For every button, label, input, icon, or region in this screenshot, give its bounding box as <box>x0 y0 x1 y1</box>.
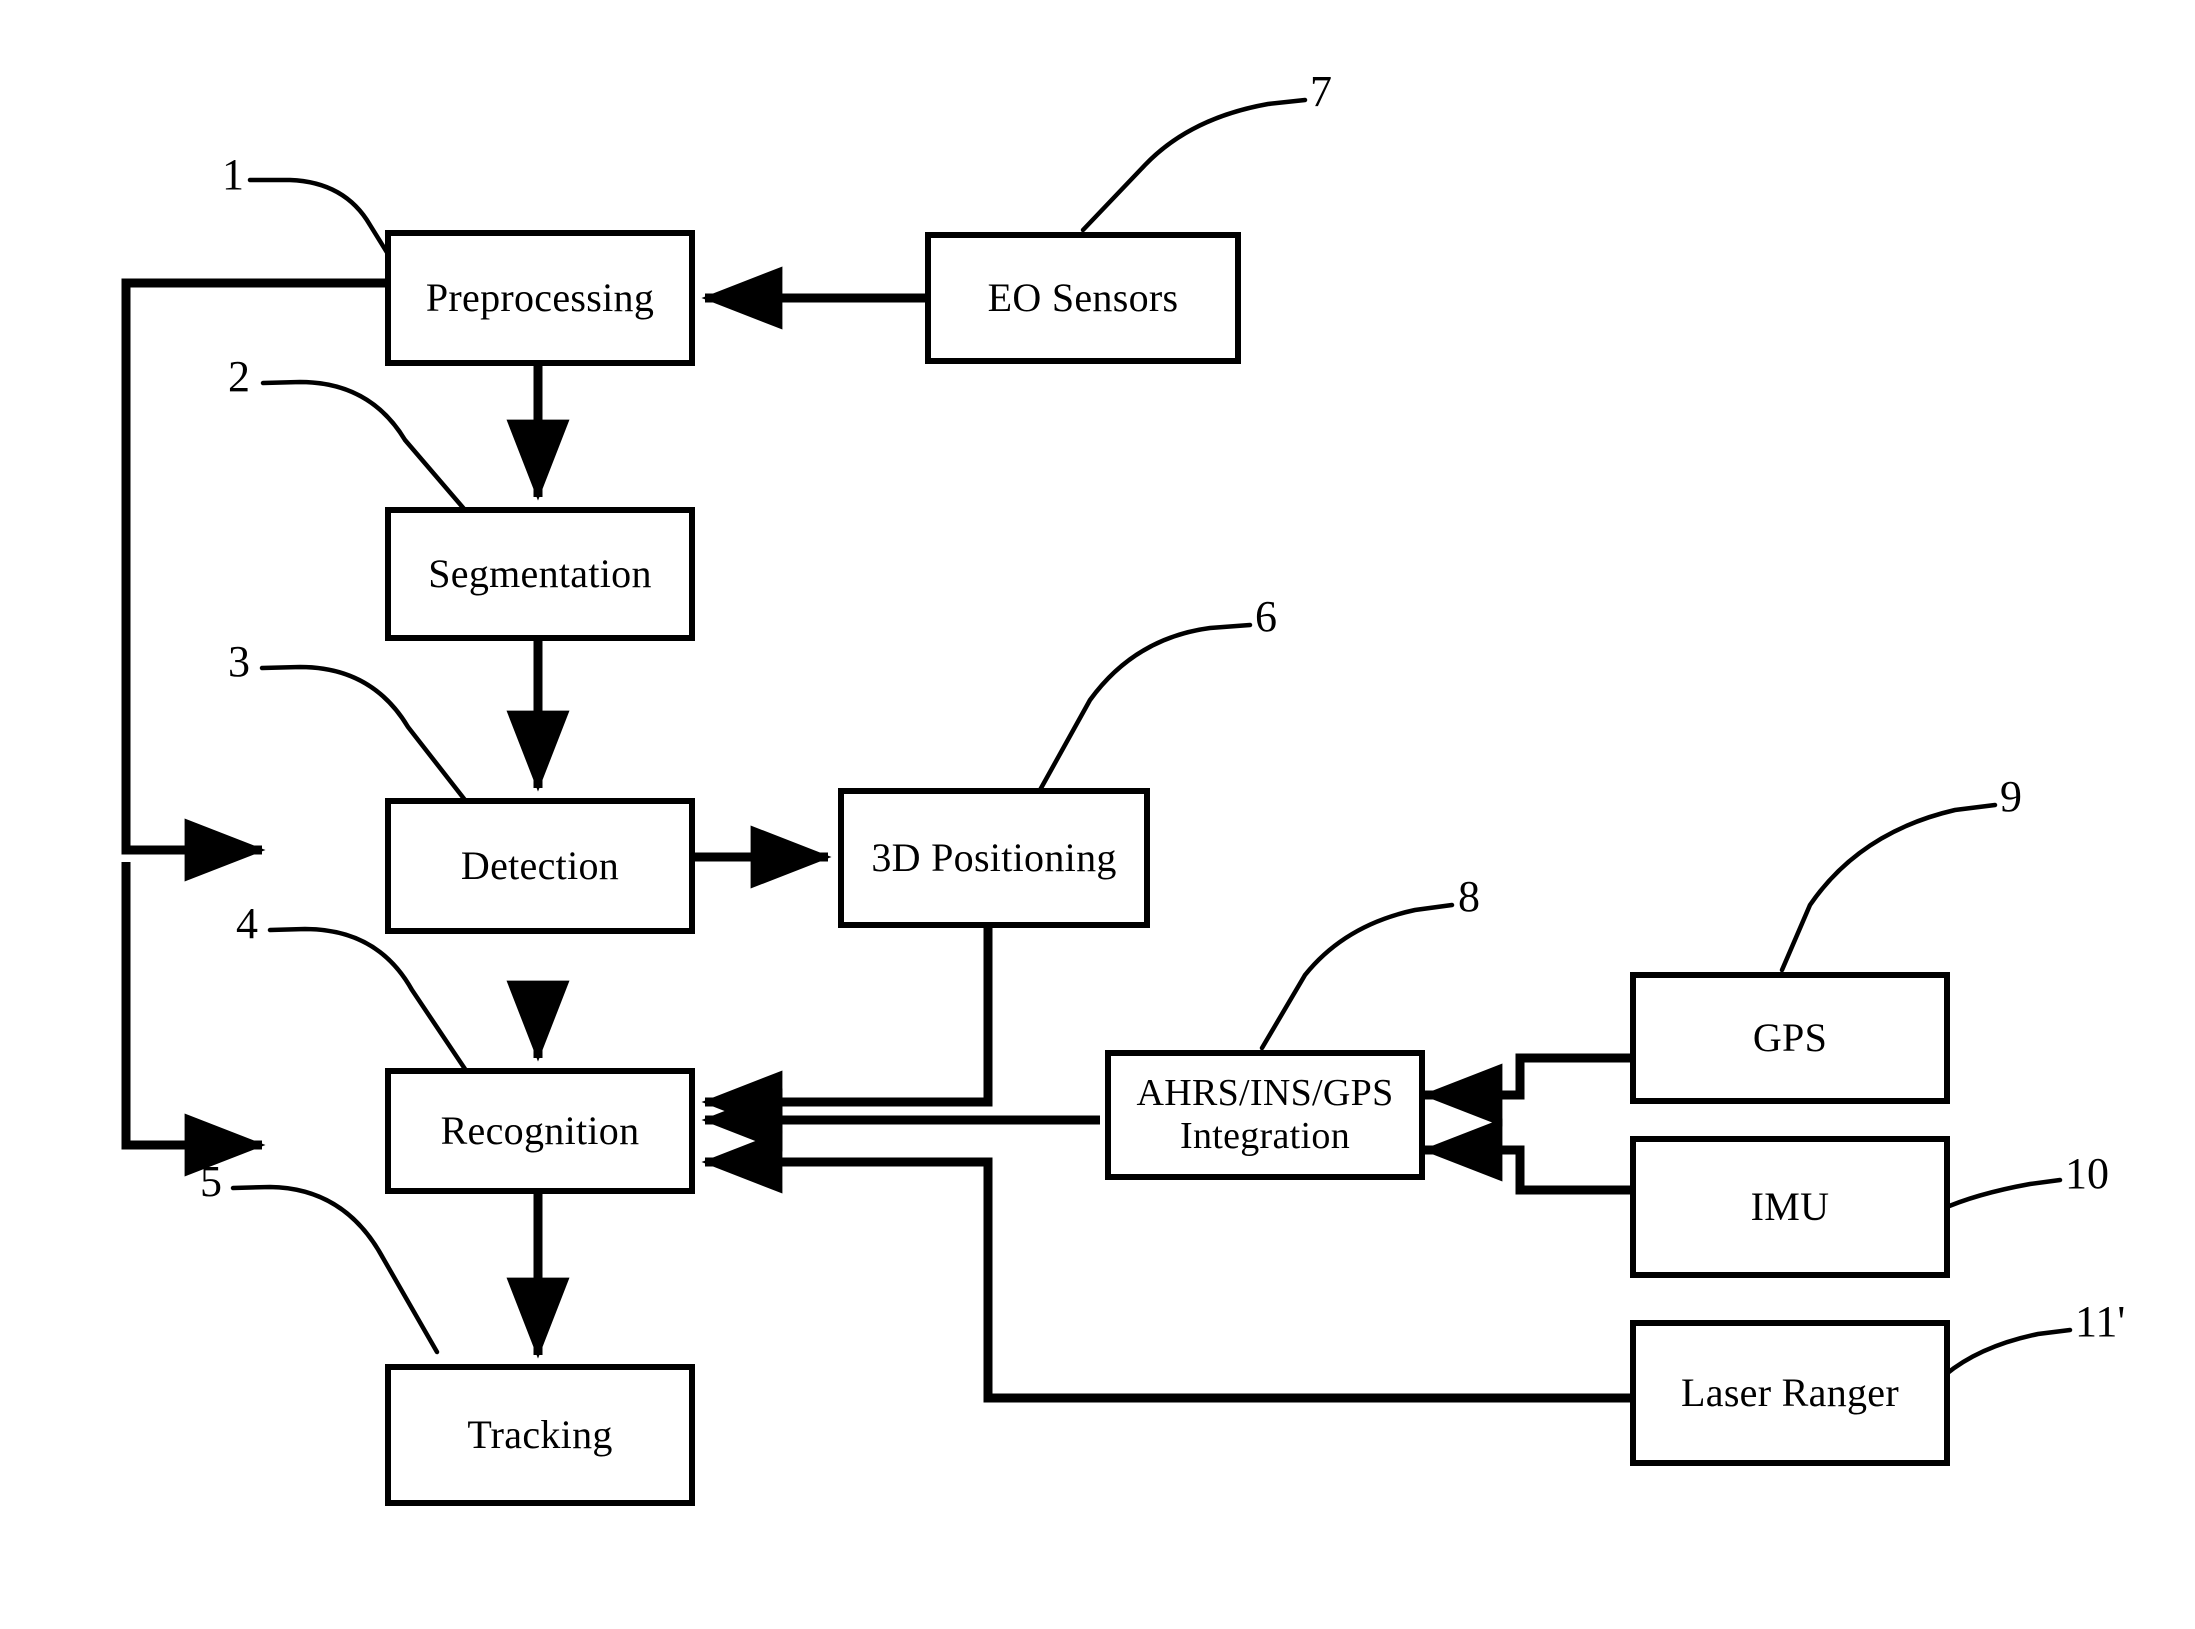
node-eo-sensors-label: EO Sensors <box>987 274 1179 320</box>
leader-line-6 <box>1037 622 1253 793</box>
reference-numeral-6: 6 <box>1255 592 1277 641</box>
reference-numeral-11: 11' <box>2075 1297 2126 1346</box>
node-detection-label: Detection <box>460 842 620 888</box>
node-ahrs-ins-gps-integration-label: AHRS/INS/GPS Integration <box>1136 1072 1394 1157</box>
leader-line-9 <box>1779 802 1998 973</box>
node-recognition[interactable]: Recognition <box>385 1068 695 1194</box>
block-diagram: Preprocessing EO Sensors Segmentation De… <box>0 0 2195 1629</box>
reference-numeral-2: 2 <box>228 352 250 401</box>
node-laser-ranger-label: Laser Ranger <box>1681 1369 1899 1415</box>
node-recognition-label: Recognition <box>440 1107 640 1153</box>
node-gps[interactable]: GPS <box>1630 972 1950 1104</box>
leader-line-8 <box>1259 902 1455 1051</box>
reference-numeral-9: 9 <box>2000 772 2022 821</box>
node-detection[interactable]: Detection <box>385 798 695 934</box>
node-laser-ranger[interactable]: Laser Ranger <box>1630 1320 1950 1466</box>
leader-line-3 <box>259 664 468 803</box>
reference-numeral-3: 3 <box>228 637 250 686</box>
node-segmentation-label: Segmentation <box>428 550 652 596</box>
leader-line-4 <box>267 926 468 1072</box>
connector-gps-to-ahrs <box>1421 1053 1630 1127</box>
reference-numeral-5: 5 <box>200 1157 222 1206</box>
leader-line-5 <box>230 1184 440 1355</box>
node-segmentation[interactable]: Segmentation <box>385 507 695 641</box>
connector-positioning-to-recognition <box>701 928 993 1134</box>
node-eo-sensors[interactable]: EO Sensors <box>925 232 1241 364</box>
reference-numeral-1: 1 <box>222 150 244 199</box>
leader-line-2 <box>260 379 468 513</box>
leader-line-7 <box>1080 97 1308 233</box>
reference-numeral-10: 10 <box>2065 1149 2109 1198</box>
node-preprocessing[interactable]: Preprocessing <box>385 230 695 366</box>
connector-laserranger-to-recognition <box>701 1130 1630 1403</box>
node-imu-label: IMU <box>1750 1183 1830 1229</box>
node-preprocessing-label: Preprocessing <box>425 274 655 320</box>
node-imu[interactable]: IMU <box>1630 1136 1950 1278</box>
reference-numeral-8: 8 <box>1458 872 1480 921</box>
node-3d-positioning-label: 3D Positioning <box>871 834 1117 880</box>
reference-numeral-4: 4 <box>236 899 258 948</box>
reference-numeral-7: 7 <box>1310 67 1332 116</box>
node-tracking-label: Tracking <box>467 1411 613 1457</box>
node-gps-label: GPS <box>1752 1014 1828 1060</box>
connector-feedback-preprocessing-to-detection <box>121 278 385 882</box>
node-ahrs-ins-gps-integration[interactable]: AHRS/INS/GPS Integration <box>1105 1050 1425 1180</box>
node-tracking[interactable]: Tracking <box>385 1364 695 1506</box>
node-3d-positioning[interactable]: 3D Positioning <box>838 788 1150 928</box>
connector-imu-to-ahrs <box>1421 1118 1630 1195</box>
